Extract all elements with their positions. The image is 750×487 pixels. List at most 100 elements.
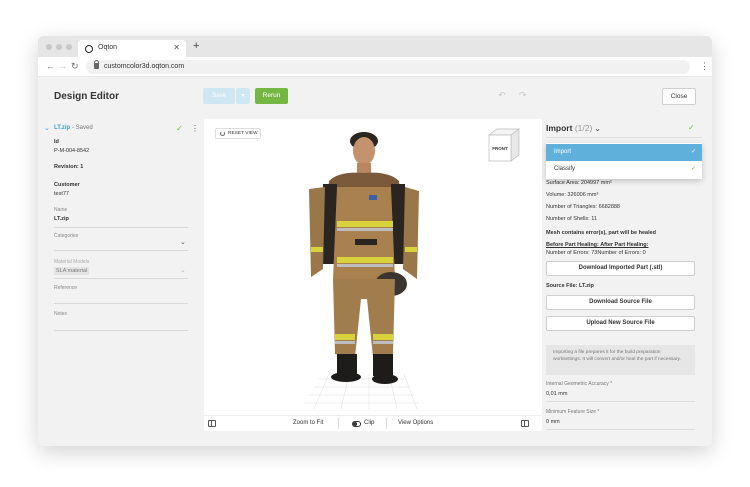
step-option-label: Classify <box>554 166 576 172</box>
clip-toggle[interactable] <box>352 421 361 427</box>
reset-view-label: RESET VIEW <box>228 131 258 136</box>
divider <box>54 250 188 251</box>
shells-text: Number of Shells: 11 <box>546 216 597 222</box>
healing-link[interactable]: Before Part Healing: After Part Healing: <box>546 242 648 248</box>
check-icon: ✓ <box>690 166 696 172</box>
rerun-button[interactable]: Rerun <box>255 88 288 104</box>
browser-tab[interactable]: Oqton ✕ <box>78 40 186 57</box>
right-panel-toggle-icon[interactable] <box>521 420 529 427</box>
divider <box>546 137 702 138</box>
accuracy-label: Internal Geometric Accuracy * <box>546 381 613 387</box>
triangles-text: Number of Triangles: 6682888 <box>546 204 620 210</box>
notes-field[interactable] <box>54 330 188 331</box>
download-source-button[interactable]: Download Source File <box>546 295 695 310</box>
check-icon: ✓ <box>176 124 183 133</box>
app-area: Design Editor Save ▾ Rerun ↶ ↷ Close ⌄ L… <box>38 77 712 446</box>
step-dropdown-menu: Import ✓ Classify ✓ <box>546 143 702 179</box>
details-panel: ⌄ LT.zip - Saved ✓ ⋮ Id P-M-004-8542 Rev… <box>38 119 199 439</box>
step-option-import[interactable]: Import ✓ <box>546 144 702 161</box>
window-maximize-dot[interactable] <box>66 44 72 50</box>
import-step: (1/2) <box>574 123 593 133</box>
file-name: LT.zip <box>54 125 71 131</box>
toolbar-divider <box>386 418 387 429</box>
import-panel: Import (1/2) ⌄ ✓ Import ✓ Classify ✓ Sur… <box>546 119 712 446</box>
download-imported-part-button[interactable]: Download Imported Part (.stl) <box>546 261 695 276</box>
3d-viewport[interactable]: RESET VIEW FRONT Zoom to Fit Clip View O… <box>204 119 542 431</box>
left-panel-toggle-icon[interactable] <box>208 420 216 427</box>
url-field[interactable]: customcolor3d.oqton.com <box>86 60 690 74</box>
browser-window: Oqton ✕ + ← → ↻ customcolor3d.oqton.com … <box>38 36 712 446</box>
check-icon: ✓ <box>690 149 696 155</box>
save-button[interactable]: Save <box>203 88 235 104</box>
chevron-down-icon[interactable]: ⌄ <box>595 126 601 133</box>
tab-close-icon[interactable]: ✕ <box>173 43 180 52</box>
back-arrow-icon[interactable]: ← <box>46 61 55 71</box>
cube-face-label: FRONT <box>492 146 508 151</box>
new-tab-button[interactable]: + <box>193 40 199 52</box>
forward-arrow-icon[interactable]: → <box>58 61 67 71</box>
feature-size-label: Minimum Feature Size * <box>546 409 600 415</box>
view-options-button[interactable]: View Options <box>398 420 433 426</box>
step-option-classify[interactable]: Classify ✓ <box>546 161 702 178</box>
import-title: Import <box>546 123 573 133</box>
reference-label: Reference <box>54 285 78 291</box>
tab-title: Oqton <box>98 44 118 51</box>
clip-label: Clip <box>364 420 375 426</box>
divider <box>54 227 188 228</box>
reset-view-button[interactable]: RESET VIEW <box>215 128 261 139</box>
firefighter-3d-model[interactable] <box>299 129 429 412</box>
reference-field[interactable] <box>54 303 188 304</box>
divider <box>546 429 695 430</box>
window-close-dot[interactable] <box>46 44 52 50</box>
redo-icon[interactable]: ↷ <box>519 90 527 101</box>
check-icon: ✓ <box>688 123 695 132</box>
errors-text: Number of Errors: 73Number of Errors: 0 <box>546 250 646 256</box>
page-title: Design Editor <box>54 91 120 102</box>
window-minimize-dot[interactable] <box>56 44 62 50</box>
browser-tab-bar: Oqton ✕ + <box>38 36 712 57</box>
feature-size-field[interactable]: 0 mm <box>546 419 560 425</box>
material-select[interactable]: SLA material <box>54 267 184 277</box>
id-value: P-M-004-8542 <box>54 148 90 154</box>
divider <box>54 278 188 279</box>
surface-area-text: Surface Area: 204997 mm² <box>546 180 612 186</box>
accuracy-field[interactable]: 0,01 mm <box>546 391 567 397</box>
name-label: Name <box>54 207 68 213</box>
more-options-icon[interactable]: ⋮ <box>191 124 199 133</box>
url-text: customcolor3d.oqton.com <box>104 63 185 70</box>
reset-icon <box>220 131 225 136</box>
step-option-label: Import <box>554 149 572 155</box>
import-info-note: Importing a file prepares it for the bui… <box>546 345 695 375</box>
customer-value: test77 <box>54 191 69 197</box>
close-button[interactable]: Close <box>662 88 696 105</box>
reload-icon[interactable]: ↻ <box>71 61 79 72</box>
file-header[interactable]: ⌄ LT.zip - Saved ✓ ⋮ <box>44 124 199 134</box>
material-label: Material Models <box>54 259 90 265</box>
undo-icon[interactable]: ↶ <box>498 90 506 101</box>
import-step-selector[interactable]: Import (1/2) ⌄ <box>546 123 601 133</box>
file-status: - Saved <box>72 125 93 131</box>
mesh-error-text: Mesh contains error(s), part will be hea… <box>546 230 657 236</box>
id-label: Id <box>54 139 59 145</box>
notes-label: Notes <box>54 311 68 317</box>
oqton-logo-icon <box>85 45 93 53</box>
toolbar-divider <box>338 418 339 429</box>
categories-dropdown-icon[interactable]: ⌄ <box>180 238 186 246</box>
lock-icon <box>94 60 99 69</box>
revision-text: Revision: 1 <box>54 164 84 170</box>
volume-text: Volume: 326006 mm³ <box>546 192 599 198</box>
name-field[interactable]: LT.zip <box>54 216 69 222</box>
save-dropdown-button[interactable]: ▾ <box>236 88 250 104</box>
address-bar: ← → ↻ customcolor3d.oqton.com ⋮ <box>38 57 712 77</box>
chevron-down-icon[interactable]: ⌄ <box>44 124 50 132</box>
material-dropdown-icon[interactable]: ⌄ <box>180 266 186 274</box>
material-chip: SLA material <box>54 267 90 275</box>
customer-label: Customer <box>54 182 80 188</box>
divider <box>546 401 695 402</box>
view-cube-icon[interactable]: FRONT <box>483 125 525 167</box>
categories-label: Categories <box>54 233 79 239</box>
viewport-toolbar: Zoom to Fit Clip View Options <box>204 415 542 431</box>
browser-menu-icon[interactable]: ⋮ <box>700 61 709 72</box>
zoom-to-fit-button[interactable]: Zoom to Fit <box>293 420 323 426</box>
upload-source-button[interactable]: Upload New Source File <box>546 316 695 331</box>
